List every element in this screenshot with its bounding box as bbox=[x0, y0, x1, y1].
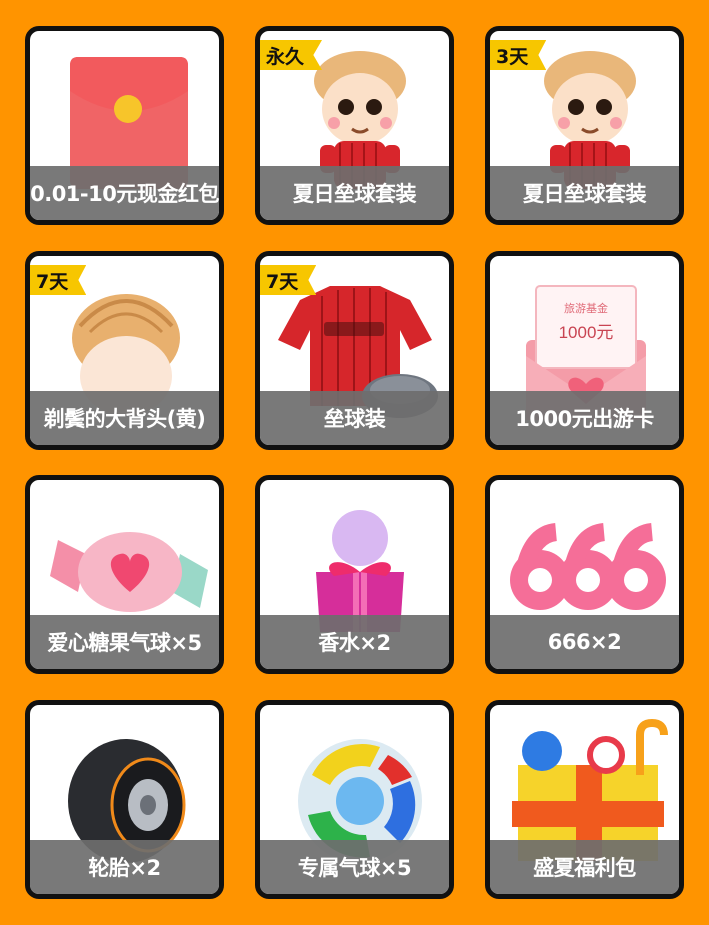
duration-badge: 7天 bbox=[260, 265, 317, 295]
label-bar: 爱心糖果气球×5 bbox=[30, 615, 219, 669]
label-bar: 666×2 bbox=[490, 615, 679, 669]
label-bar: 1000元出游卡 bbox=[490, 391, 679, 445]
label-bar: 剃鬓的大背头(黄) bbox=[30, 391, 219, 445]
label-bar: 夏日垒球套装 bbox=[260, 166, 449, 220]
reward-label: 剃鬓的大背头(黄) bbox=[43, 407, 206, 431]
label-bar: 夏日垒球套装 bbox=[490, 166, 679, 220]
reward-card[interactable]: 7天 剃鬓的大背头(黄) bbox=[25, 251, 224, 450]
reward-label: 轮胎×2 bbox=[88, 856, 161, 880]
reward-label: 0.01-10元现金红包 bbox=[30, 182, 219, 206]
reward-label: 1000元出游卡 bbox=[515, 407, 654, 431]
reward-card[interactable]: 旅游基金 1000元 1000元出游卡 bbox=[485, 251, 684, 450]
label-bar: 香水×2 bbox=[260, 615, 449, 669]
reward-card[interactable]: 爱心糖果气球×5 bbox=[25, 475, 224, 674]
reward-label: 垒球装 bbox=[323, 407, 386, 431]
label-bar: 垒球装 bbox=[260, 391, 449, 445]
reward-card[interactable]: 666×2 bbox=[485, 475, 684, 674]
reward-card[interactable]: 香水×2 bbox=[255, 475, 454, 674]
reward-card[interactable]: 0.01-10元现金红包 bbox=[25, 26, 224, 225]
label-bar: 0.01-10元现金红包 bbox=[30, 166, 219, 220]
reward-label: 专属气球×5 bbox=[297, 856, 412, 880]
label-bar: 盛夏福利包 bbox=[490, 840, 679, 894]
reward-label: 666×2 bbox=[547, 630, 622, 654]
reward-label: 盛夏福利包 bbox=[533, 856, 636, 880]
card-amount: 1000元 bbox=[559, 323, 614, 342]
reward-label: 夏日垒球套装 bbox=[523, 182, 647, 206]
duration-badge: 3天 bbox=[490, 40, 547, 70]
reward-card[interactable]: 盛夏福利包 bbox=[485, 700, 684, 899]
reward-label: 香水×2 bbox=[318, 631, 391, 655]
reward-label: 爱心糖果气球×5 bbox=[47, 631, 202, 655]
card-title: 旅游基金 bbox=[564, 301, 608, 315]
reward-card[interactable]: 3天 夏日垒球套装 bbox=[485, 26, 684, 225]
duration-badge: 7天 bbox=[30, 265, 87, 295]
reward-card[interactable]: 轮胎×2 bbox=[25, 700, 224, 899]
reward-card[interactable]: 专属气球×5 bbox=[255, 700, 454, 899]
reward-label: 夏日垒球套装 bbox=[293, 182, 417, 206]
reward-card[interactable]: 永久 夏日垒球套装 bbox=[255, 26, 454, 225]
duration-badge: 永久 bbox=[260, 40, 323, 70]
reward-card[interactable]: 7天 垒球装 bbox=[255, 251, 454, 450]
label-bar: 轮胎×2 bbox=[30, 840, 219, 894]
reward-grid: 0.01-10元现金红包 永久 夏日垒球套装 3天 夏日垒球套装 7天 剃鬓的大… bbox=[0, 0, 709, 925]
label-bar: 专属气球×5 bbox=[260, 840, 449, 894]
